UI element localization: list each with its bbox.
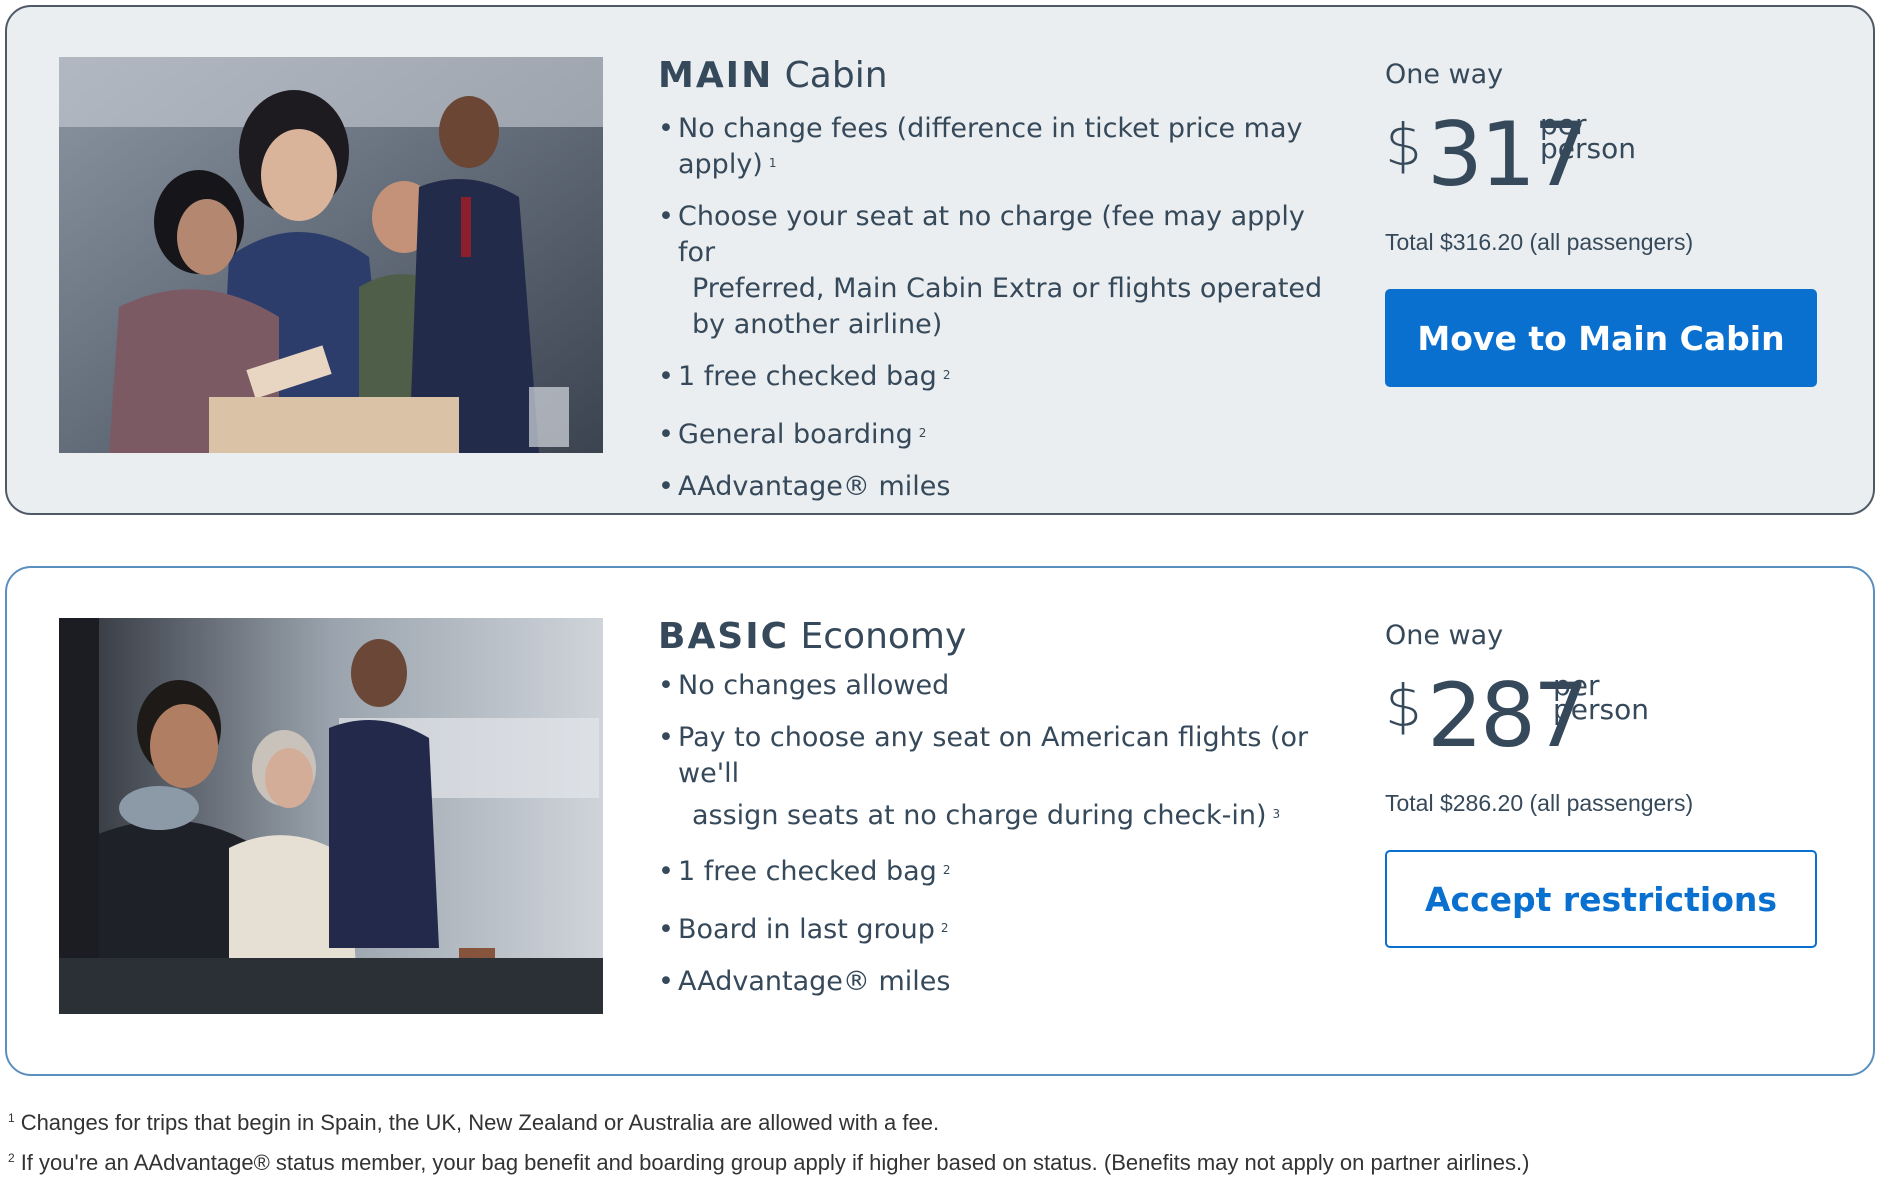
fare-name: Economy (800, 616, 967, 657)
price: $ 317 per person (1385, 103, 1825, 215)
feature-item: • Board in last group 2 (658, 914, 949, 945)
trip-type: One way (1385, 620, 1504, 651)
fare-title: BASIC Economy (658, 616, 966, 657)
basic-economy-card: BASIC Economy • No changes allowed • Pay t… (5, 566, 1875, 1076)
per-person-label: per person (1553, 669, 1649, 726)
currency-symbol: $ (1385, 111, 1422, 179)
feature-item: • AAdvantage® miles (658, 471, 951, 502)
feature-item: • No changes allowed (658, 670, 950, 701)
main-cabin-photo (59, 57, 603, 453)
fare-title: MAIN Cabin (658, 55, 888, 96)
feature-item: • Choose your seat at no charge (fee may … (658, 201, 1323, 340)
main-cabin-card: MAIN Cabin • No change fees (difference i… (5, 5, 1875, 515)
fare-name: Cabin (784, 55, 888, 96)
feature-item: • No change fees (difference in ticket pr… (658, 113, 1303, 180)
price-block: One way $ 317 per person Total $316.20 (… (1385, 59, 1825, 387)
feature-item: • General boarding 2 (658, 419, 927, 450)
feature-item: • 1 free checked bag 2 (658, 361, 951, 392)
price: $ 287 per person (1385, 664, 1825, 776)
accept-restrictions-button[interactable]: Accept restrictions (1385, 850, 1817, 948)
fare-brand: MAIN (658, 55, 774, 96)
basic-economy-photo (59, 618, 603, 1014)
total-price: Total $286.20 (all passengers) (1385, 790, 1694, 816)
footnote: 1 Changes for trips that begin in Spain, … (8, 1110, 940, 1135)
trip-type: One way (1385, 59, 1504, 90)
price-block: One way $ 287 per person Total $286.20 (… (1385, 620, 1825, 948)
feature-item: • Pay to choose any seat on American flig… (658, 722, 1309, 831)
per-person-label: per person (1540, 108, 1636, 165)
currency-symbol: $ (1385, 672, 1422, 740)
total-price: Total $316.20 (all passengers) (1385, 229, 1694, 255)
move-to-main-cabin-button[interactable]: Move to Main Cabin (1385, 289, 1817, 387)
feature-item: • AAdvantage® miles (658, 966, 951, 997)
feature-list: • No changes allowed • Pay to choose any s… (658, 668, 1348, 1000)
feature-item: • 1 free checked bag 2 (658, 856, 951, 887)
fare-brand: BASIC (658, 616, 790, 657)
footnotes: 1 Changes for trips that begin in Spain, … (8, 1110, 1868, 1190)
feature-list: • No change fees (difference in ticket pr… (658, 111, 1348, 505)
footnote: 2 If you're an AAdvantage® status member,… (8, 1150, 1530, 1175)
